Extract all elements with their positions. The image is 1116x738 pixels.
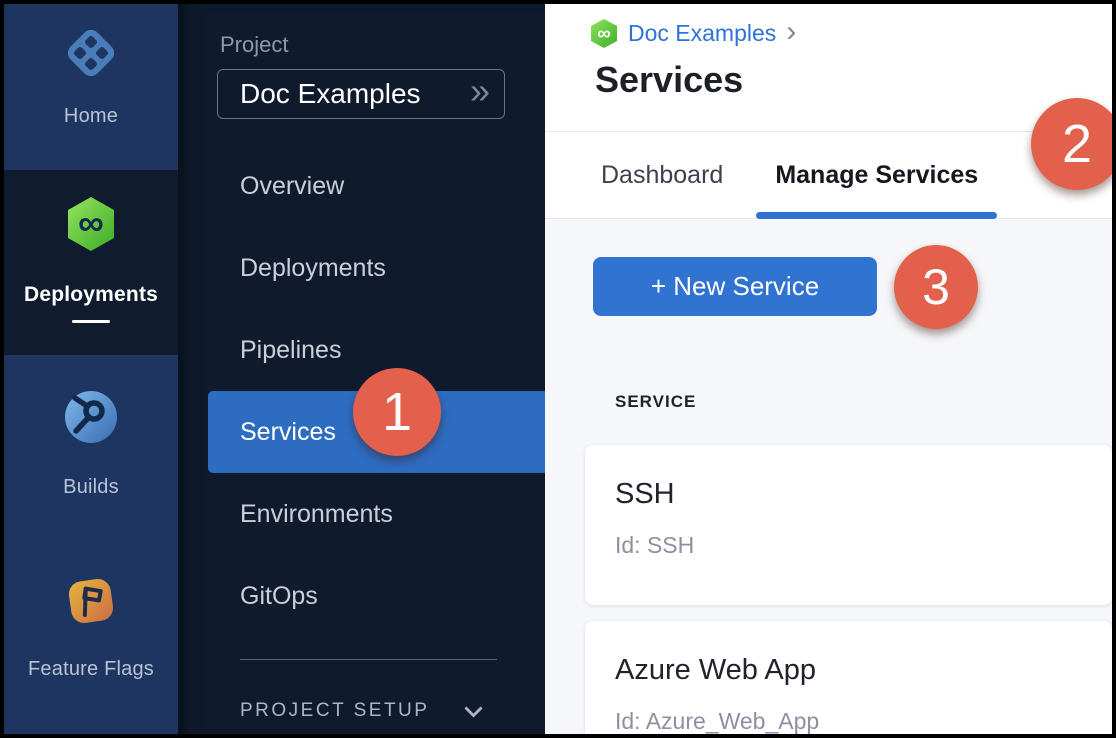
service-id: Id: SSH (615, 532, 1082, 559)
service-name: SSH (615, 478, 1082, 511)
sidebar-divider (240, 659, 497, 660)
project-selector[interactable]: Doc Examples » (217, 69, 505, 119)
app-window: Home ∞ Deployments (0, 0, 1116, 738)
service-name: Azure Web App (615, 654, 1082, 687)
feature-flags-icon (63, 573, 119, 634)
sidebar-item-deployments[interactable]: ∞ Deployments (4, 170, 178, 355)
deployments-icon: ∞ (65, 196, 117, 257)
breadcrumb-chevron-icon: › (786, 22, 796, 46)
sidebar-item-label: Deployments (24, 283, 158, 307)
sidebar-item-label: Builds (63, 476, 119, 499)
menu-item-pipelines[interactable]: Pipelines (178, 309, 545, 391)
infinity-glyph: ∞ (597, 24, 611, 45)
service-card-ssh[interactable]: SSH Id: SSH (585, 445, 1112, 605)
project-label: Project (220, 32, 545, 58)
sidebar-item-label: Feature Flags (28, 658, 154, 681)
module-sidebar: Home ∞ Deployments (4, 4, 178, 734)
active-module-underline (72, 320, 110, 323)
manage-services-panel: + New Service SERVICE SSH Id: SSH Azure … (545, 219, 1112, 734)
sidebar-item-label: Home (64, 105, 118, 128)
page-header: ∞ Doc Examples › Services (545, 4, 1112, 131)
menu-item-environments[interactable]: Environments (178, 473, 545, 555)
menu-item-gitops[interactable]: GitOps (178, 555, 545, 637)
new-service-button[interactable]: + New Service (593, 257, 877, 316)
menu-item-deployments[interactable]: Deployments (178, 227, 545, 309)
project-setup-toggle[interactable]: PROJECT SETUP (240, 700, 545, 722)
project-sidebar: Project Doc Examples » Overview Deployme… (178, 4, 545, 734)
tab-dashboard[interactable]: Dashboard (582, 132, 742, 218)
service-card-azure-web-app[interactable]: Azure Web App Id: Azure_Web_App (585, 621, 1112, 734)
home-icon (63, 25, 119, 86)
annotation-circle-3: 3 (894, 245, 978, 329)
sidebar-item-feature-flags[interactable]: Feature Flags (4, 545, 178, 734)
main-area: ∞ Doc Examples › Services Dashboard Mana… (545, 4, 1112, 734)
service-id: Id: Azure_Web_App (615, 708, 1082, 734)
builds-icon (63, 389, 119, 450)
tab-manage-services[interactable]: Manage Services (756, 132, 997, 218)
double-chevron-right-icon: » (470, 91, 490, 97)
breadcrumb-link-project[interactable]: Doc Examples (628, 20, 776, 47)
service-list-header: SERVICE (615, 392, 1112, 412)
infinity-glyph: ∞ (78, 202, 104, 243)
breadcrumb: ∞ Doc Examples › (590, 18, 1112, 49)
annotation-circle-2: 2 (1031, 98, 1116, 190)
annotation-circle-1: 1 (353, 368, 441, 456)
tab-bar: Dashboard Manage Services (545, 131, 1112, 219)
sidebar-item-home[interactable]: Home (4, 4, 178, 170)
menu-item-overview[interactable]: Overview (178, 145, 545, 227)
project-setup-label: PROJECT SETUP (240, 700, 429, 722)
sidebar-item-builds[interactable]: Builds (4, 355, 178, 545)
chevron-down-icon (465, 699, 483, 717)
cd-module-icon: ∞ (590, 18, 618, 49)
project-name: Doc Examples (240, 78, 421, 110)
page-title: Services (595, 59, 1112, 101)
